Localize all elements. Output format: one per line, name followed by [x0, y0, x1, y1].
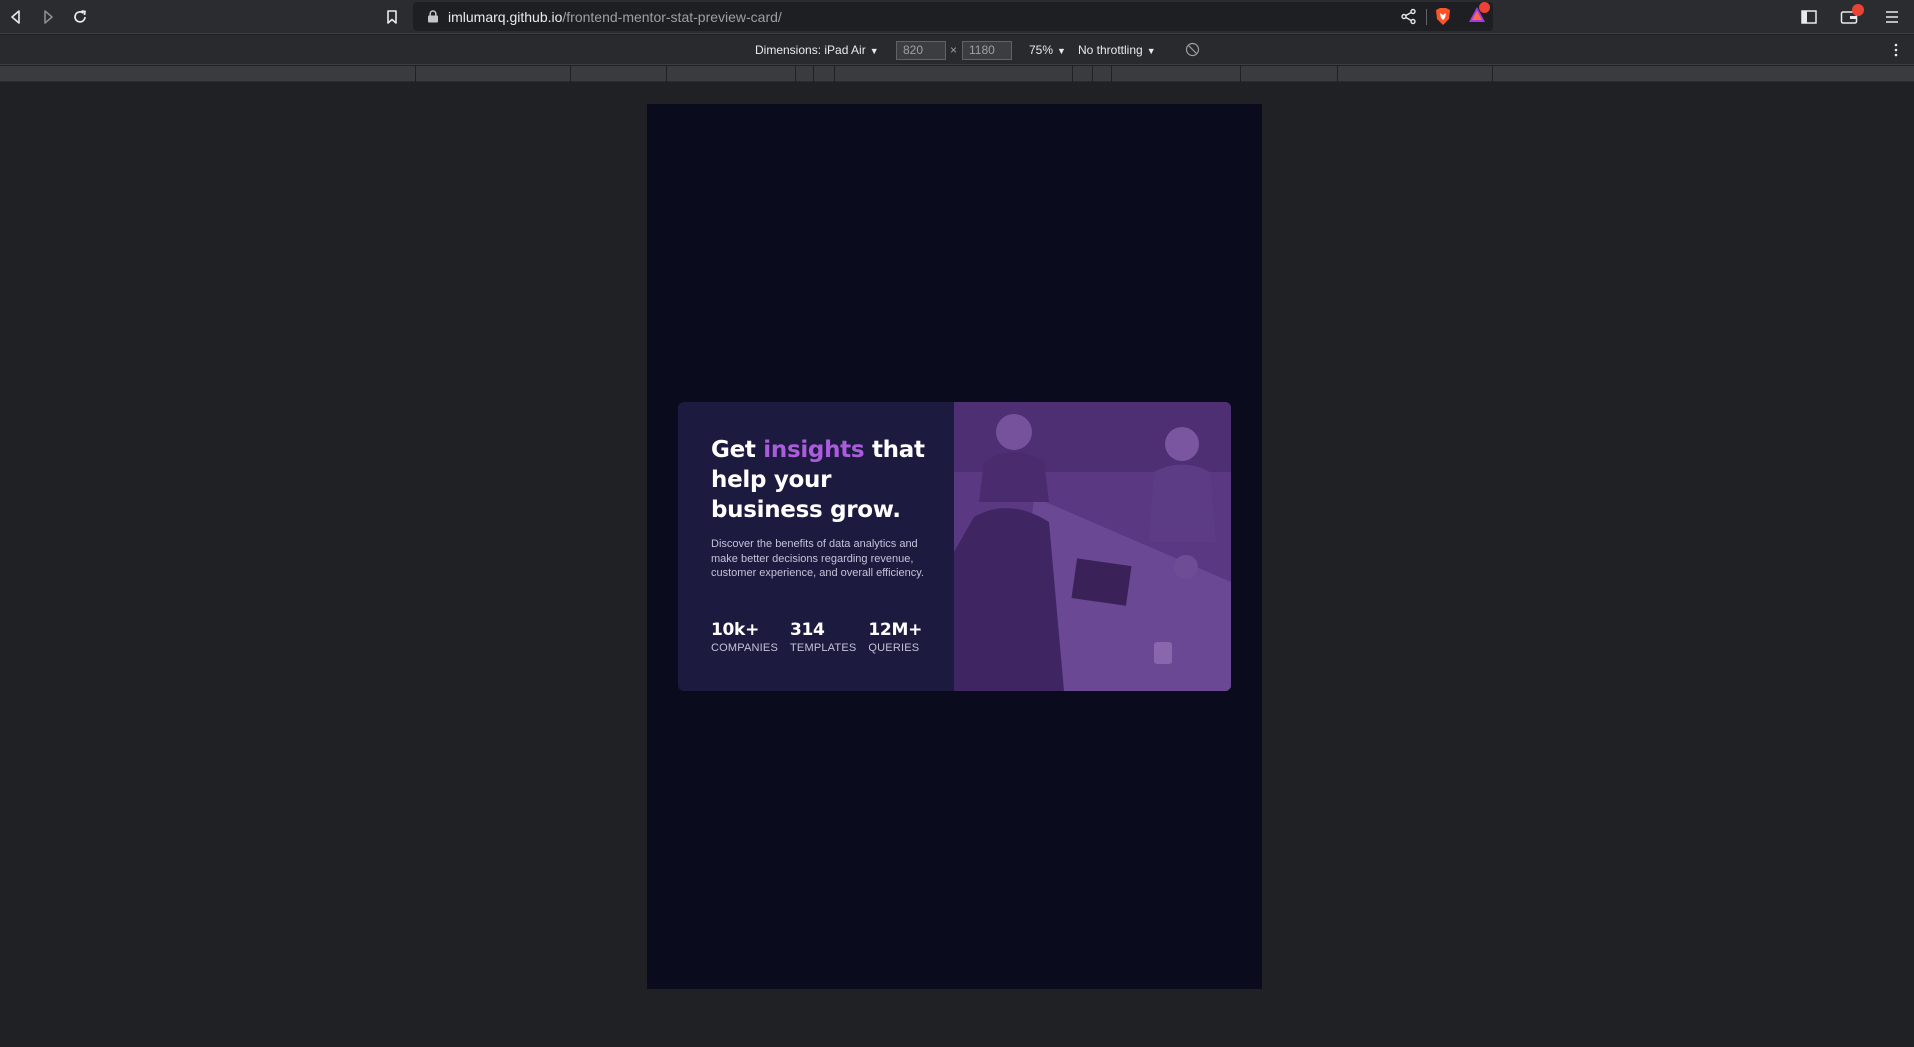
forward-icon: [44, 10, 53, 24]
stat-value: 10k+: [711, 620, 760, 640]
back-button[interactable]: [4, 5, 28, 29]
card-description: Discover the benefits of data analytics …: [711, 538, 924, 579]
forward-button[interactable]: [36, 5, 60, 29]
times-separator: ×: [950, 43, 958, 57]
media-query-divider: [834, 66, 835, 82]
brave-shield-icon[interactable]: [1434, 7, 1452, 26]
share-icon[interactable]: [1400, 8, 1417, 25]
card-header-image: [954, 402, 1231, 691]
card-content: Get insights that help your business gro…: [711, 435, 931, 581]
url-path: /frontend-mentor-stat-preview-card/: [562, 9, 782, 25]
media-query-divider: [1092, 66, 1093, 82]
media-query-divider: [1240, 66, 1241, 82]
media-query-divider: [1072, 66, 1073, 82]
dropdown-caret-icon: ▼: [1057, 46, 1066, 56]
height-input[interactable]: 1180: [962, 41, 1012, 60]
reload-icon: [74, 10, 86, 23]
media-query-divider: [415, 66, 416, 82]
address-bar-divider: [1426, 9, 1427, 25]
wallet-badge: [1852, 4, 1864, 16]
stat-companies: 10k+ COMPANIES: [711, 620, 778, 655]
reload-button[interactable]: [68, 5, 92, 29]
stat-queries: 12M+ QUERIES: [868, 620, 922, 655]
zoom-dropdown[interactable]: 75% ▼: [1029, 43, 1066, 57]
bookmark-icon: [387, 10, 397, 24]
stat-label: TEMPLATES: [790, 642, 857, 654]
kebab-menu-icon[interactable]: [1890, 42, 1902, 58]
stat-label: QUERIES: [868, 642, 920, 654]
menu-icon[interactable]: [1883, 8, 1901, 26]
media-query-divider: [1492, 66, 1493, 82]
stat-value: 314: [790, 620, 825, 640]
dimensions-dropdown[interactable]: Dimensions: iPad Air ▼: [755, 43, 879, 57]
office-photo-image: [954, 402, 1231, 691]
stats-row: 10k+ COMPANIES 314 TEMPLATES 12M+ QUERIE…: [711, 620, 934, 655]
stat-value: 12M+: [868, 620, 923, 640]
dimensions-label: Dimensions: iPad Air: [755, 43, 866, 57]
url-text[interactable]: imlumarq.github.io/frontend-mentor-stat-…: [448, 9, 782, 25]
media-query-divider: [795, 66, 796, 82]
device-viewport: Get insights that help your business gro…: [647, 104, 1262, 989]
zoom-label: 75%: [1029, 43, 1054, 57]
media-query-divider: [813, 66, 814, 82]
media-query-bar[interactable]: [0, 66, 1914, 82]
media-query-divider: [1111, 66, 1112, 82]
headline-start: Get: [711, 437, 764, 463]
stat-label: COMPANIES: [711, 642, 778, 654]
url-host: imlumarq.github.io: [448, 9, 563, 25]
media-query-divider: [666, 66, 667, 82]
throttling-label: No throttling: [1078, 43, 1143, 57]
headline-accent: insights: [763, 437, 865, 463]
dropdown-caret-icon: ▼: [869, 46, 879, 56]
back-icon: [11, 10, 20, 24]
card-headline: Get insights that help your business gro…: [711, 435, 931, 525]
device-toolbar: Dimensions: iPad Air ▼ 820 × 1180 75% ▼ No…: [0, 35, 1914, 65]
address-bar[interactable]: imlumarq.github.io/frontend-mentor-stat-…: [413, 2, 1493, 31]
width-input[interactable]: 820: [896, 41, 946, 60]
lock-icon[interactable]: [427, 10, 439, 23]
stat-templates: 314 TEMPLATES: [790, 620, 856, 655]
stat-preview-card: Get insights that help your business gro…: [678, 402, 1231, 691]
bookmark-button[interactable]: [380, 5, 404, 29]
rewards-badge: [1479, 2, 1490, 13]
browser-toolbar: imlumarq.github.io/frontend-mentor-stat-…: [0, 0, 1914, 34]
media-query-divider: [1337, 66, 1338, 82]
rotate-icon[interactable]: [1185, 42, 1200, 57]
throttling-dropdown[interactable]: No throttling ▼: [1078, 43, 1156, 57]
dropdown-caret-icon: ▼: [1146, 46, 1156, 56]
sidebar-icon[interactable]: [1800, 8, 1818, 26]
media-query-divider: [570, 66, 571, 82]
